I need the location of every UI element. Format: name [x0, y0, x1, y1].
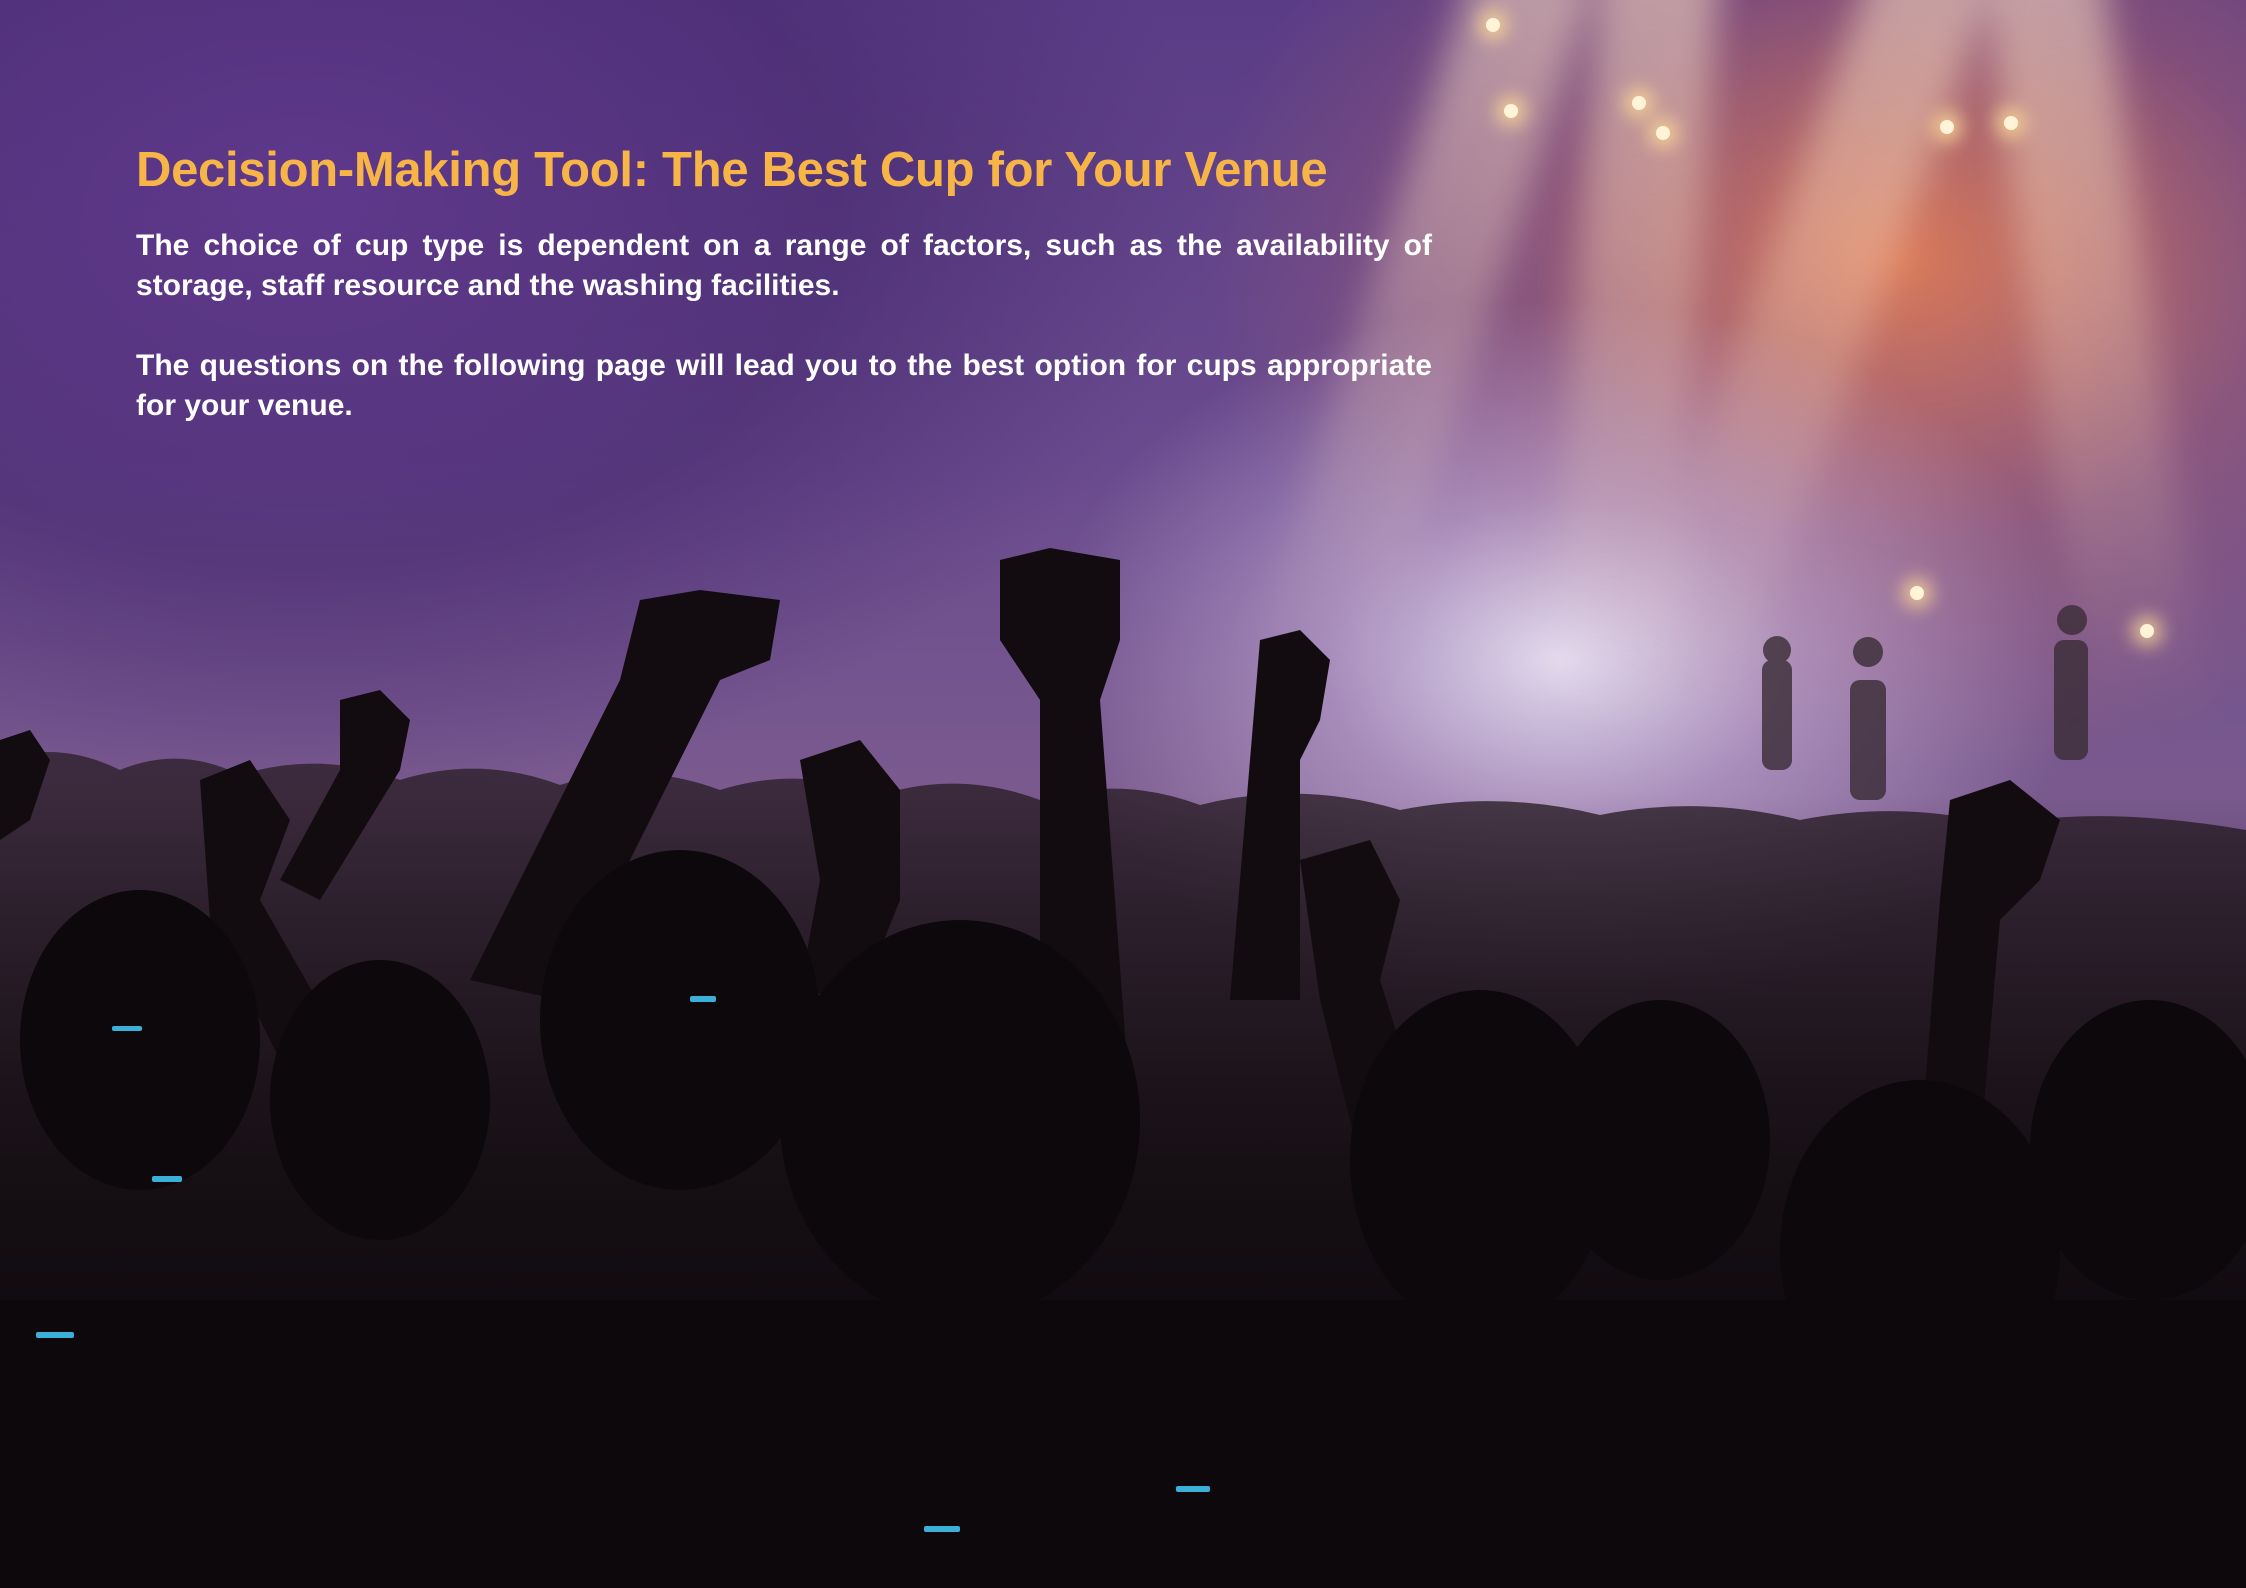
intro-text-block: Decision-Making Tool: The Best Cup for Y… — [136, 138, 1432, 426]
intro-paragraph: The choice of cup type is dependent on a… — [136, 229, 1432, 302]
performers-silhouette — [1762, 605, 2088, 800]
document-page: Decision-Making Tool: The Best Cup for Y… — [0, 0, 2246, 1588]
page-title: Decision-Making Tool: The Best Cup for Y… — [136, 143, 1328, 197]
intro-paragraph: The questions on the following page will… — [136, 349, 1432, 422]
